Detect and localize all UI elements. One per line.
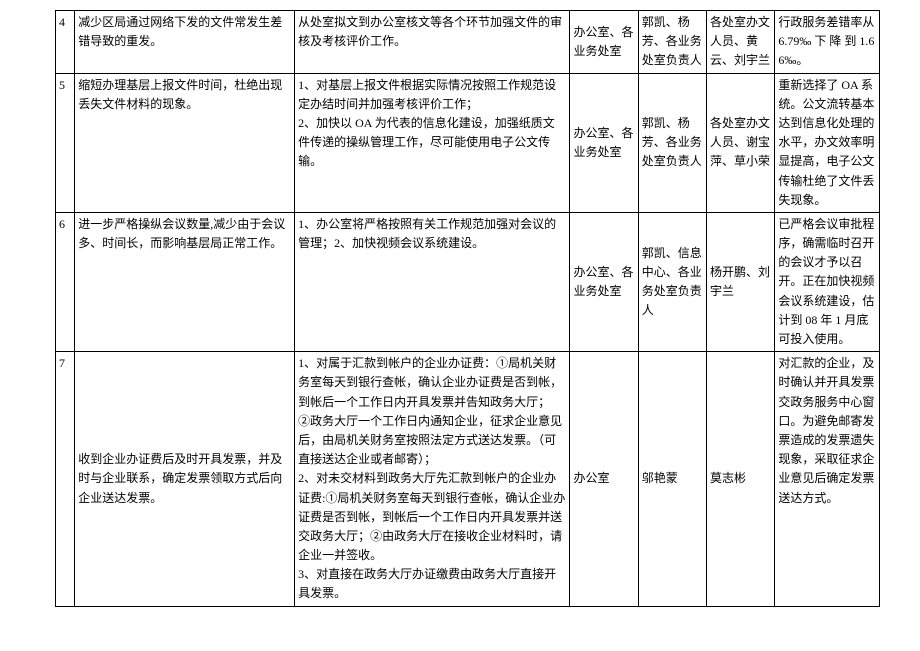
cell-dept2: 郭凯、杨芳、各业务处室负责人 bbox=[638, 73, 706, 212]
cell-remark: 对汇款的企业，及时确认并开具发票交政务服务中心窗口。为避免邮寄发票造成的发票遗失… bbox=[775, 352, 880, 606]
cell-dept3: 杨开鹏、刘宇兰 bbox=[707, 212, 775, 351]
cell-num: 6 bbox=[56, 212, 75, 351]
cell-remark: 重新选择了 OA 系统。公文流转基本达到信息化处理的水平，办文效率明显提高，电子… bbox=[775, 73, 880, 212]
cell-problem: 减少区局通过网络下发的文件常发生差错导致的重发。 bbox=[75, 11, 295, 74]
cell-problem: 缩短办理基层上报文件时间，杜绝出现丢失文件材料的现象。 bbox=[75, 73, 295, 212]
cell-dept2: 郭凯、杨芳、各业务处室负责人 bbox=[638, 11, 706, 74]
cell-num: 5 bbox=[56, 73, 75, 212]
document-table: 4 减少区局通过网络下发的文件常发生差错导致的重发。 从处室拟文到办公室核文等各… bbox=[55, 10, 880, 607]
table-row: 4 减少区局通过网络下发的文件常发生差错导致的重发。 从处室拟文到办公室核文等各… bbox=[56, 11, 880, 74]
cell-dept1: 办公室 bbox=[570, 352, 638, 606]
cell-dept2: 邬艳蒙 bbox=[638, 352, 706, 606]
cell-dept2: 郭凯、信息中心、各业务处室负责人 bbox=[638, 212, 706, 351]
cell-remark: 已严格会议审批程序，确需临时召开的会议才予以召开。正在加快视频会议系统建设，估计… bbox=[775, 212, 880, 351]
cell-num: 7 bbox=[56, 352, 75, 606]
table-row: 7 收到企业办证费后及时开具发票，并及时与企业联系，确定发票领取方式后向企业送达… bbox=[56, 352, 880, 606]
cell-dept3: 各处室办文人员、黄云、刘宇兰 bbox=[707, 11, 775, 74]
cell-problem: 收到企业办证费后及时开具发票，并及时与企业联系，确定发票领取方式后向企业送达发票… bbox=[75, 352, 295, 606]
cell-dept1: 办公室、各业务处室 bbox=[570, 212, 638, 351]
cell-problem: 进一步严格操纵会议数量,减少由于会议多、时间长，而影响基层局正常工作。 bbox=[75, 212, 295, 351]
cell-measure: 1、对属于汇款到帐户的企业办证费：①局机关财务室每天到银行查帐，确认企业办证费是… bbox=[295, 352, 570, 606]
cell-dept3: 莫志彬 bbox=[707, 352, 775, 606]
table-row: 5 缩短办理基层上报文件时间，杜绝出现丢失文件材料的现象。 1、对基层上报文件根… bbox=[56, 73, 880, 212]
cell-remark: 行政服务差错率从 6.79‰ 下 降 到 1.66‰。 bbox=[775, 11, 880, 74]
cell-measure: 1、对基层上报文件根据实际情况按照工作规范设定办结时间并加强考核评价工作； 2、… bbox=[295, 73, 570, 212]
cell-dept1: 办公室、各业务处室 bbox=[570, 73, 638, 212]
cell-measure: 1、办公室将严格按照有关工作规范加强对会议的管理；2、加快视频会议系统建设。 bbox=[295, 212, 570, 351]
cell-dept3: 各处室办文人员、谢宝萍、草小荣 bbox=[707, 73, 775, 212]
table-row: 6 进一步严格操纵会议数量,减少由于会议多、时间长，而影响基层局正常工作。 1、… bbox=[56, 212, 880, 351]
cell-num: 4 bbox=[56, 11, 75, 74]
cell-dept1: 办公室、各业务处室 bbox=[570, 11, 638, 74]
cell-measure: 从处室拟文到办公室核文等各个环节加强文件的审核及考核评价工作。 bbox=[295, 11, 570, 74]
